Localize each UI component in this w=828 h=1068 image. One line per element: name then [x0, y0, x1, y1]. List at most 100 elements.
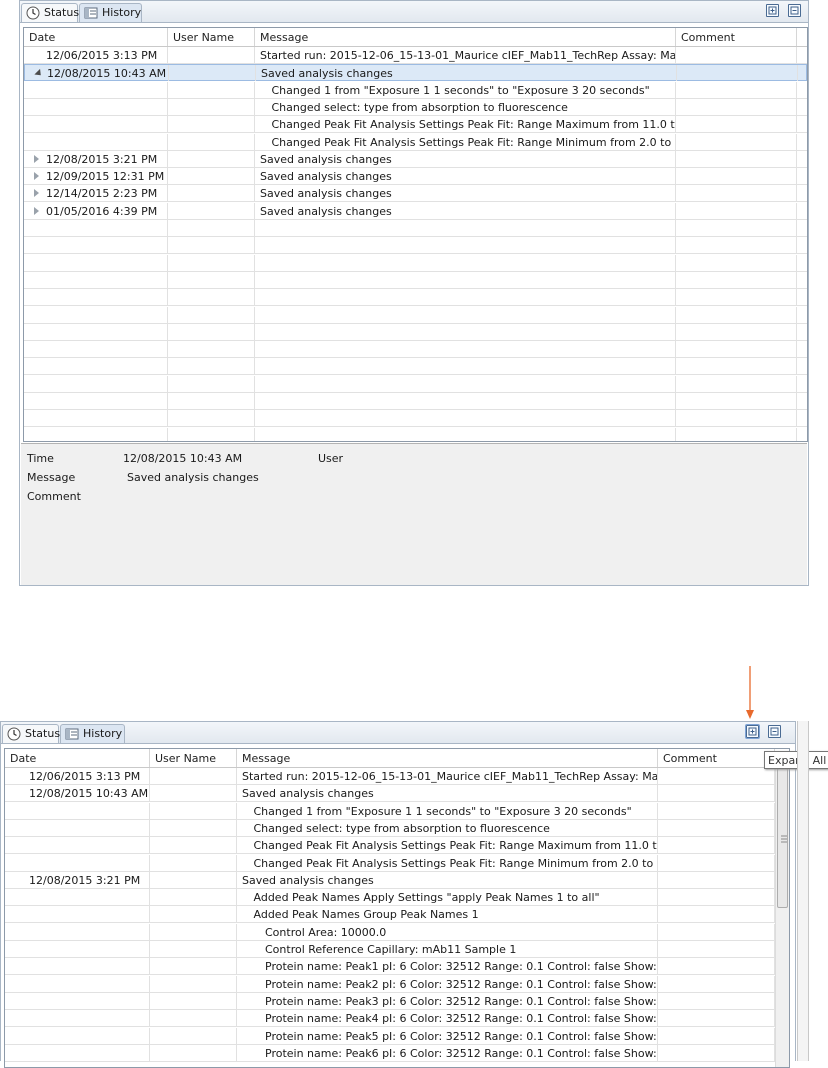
cell-comment — [658, 992, 775, 1009]
cell-user — [150, 837, 237, 854]
cell-user — [169, 65, 256, 82]
empty-cell — [676, 254, 797, 271]
tree-collapsed-icon[interactable] — [34, 172, 39, 181]
cell-date — [5, 958, 150, 975]
empty-cell — [255, 358, 676, 375]
cell-date — [5, 992, 150, 1009]
table-row[interactable]: Changed 1 from "Exposure 1 1 seconds" to… — [5, 802, 775, 820]
cell-comment — [676, 168, 797, 185]
cell-comment — [676, 202, 797, 219]
table-row[interactable]: 12/08/2015 3:21 PM Saved analysis changes — [24, 150, 807, 168]
empty-row — [24, 323, 807, 341]
cell-date: 12/08/2015 3:21 PM — [5, 871, 150, 888]
history-table-2: Date User Name Message Comment 12/06/201… — [4, 748, 790, 1068]
table-row[interactable]: Protein name: Peak3 pI: 6 Color: 32512 R… — [5, 992, 775, 1010]
table-row[interactable]: Protein name: Peak1 pI: 6 Color: 32512 R… — [5, 958, 775, 976]
cell-message: Protein name: Peak1 pI: 6 Color: 32512 R… — [237, 958, 658, 975]
tree-collapsed-icon[interactable] — [34, 154, 39, 163]
table-row[interactable]: 12/14/2015 2:23 PM Saved analysis changes — [24, 185, 807, 203]
tab-status-2[interactable]: Status — [2, 724, 60, 743]
tab-status-label: Status — [44, 6, 80, 19]
table-row[interactable]: Changed Peak Fit Analysis Settings Peak … — [24, 116, 807, 134]
cell-message: Protein name: Peak5 pI: 6 Color: 32512 R… — [237, 1027, 658, 1044]
table-row[interactable]: Added Peak Names Group Peak Names 1 — [5, 906, 775, 924]
tab-status[interactable]: Status — [21, 3, 80, 22]
cell-user — [150, 1010, 237, 1027]
collapse-all-button-2[interactable] — [768, 725, 781, 738]
column-header-message[interactable]: Message — [255, 28, 676, 46]
cell-message: Changed Peak Fit Analysis Settings Peak … — [255, 116, 676, 133]
cell-message: Saved analysis changes — [255, 202, 676, 219]
detail-time-value: 12/08/2015 10:43 AM — [123, 452, 243, 465]
table-row[interactable]: Changed Peak Fit Analysis Settings Peak … — [24, 133, 807, 151]
column-header-comment[interactable]: Comment — [676, 28, 797, 46]
table-row[interactable]: Protein name: Peak2 pI: 6 Color: 32512 R… — [5, 975, 775, 993]
cell-comment — [676, 81, 797, 98]
table-row[interactable]: 12/08/2015 10:43 AM Saved analysis change… — [5, 785, 775, 803]
empty-cell — [24, 341, 168, 358]
cell-comment — [658, 785, 775, 802]
table-row[interactable]: Changed select: type from absorption to … — [24, 98, 807, 116]
cell-user — [150, 958, 237, 975]
table-row[interactable]: 01/05/2016 4:39 PM Saved analysis changes — [24, 202, 807, 220]
table-row[interactable]: 12/06/2015 3:13 PM Started run: 2015-12-0… — [24, 47, 807, 64]
collapse-all-button[interactable] — [788, 4, 801, 17]
empty-cell — [168, 254, 255, 271]
table-row[interactable]: 12/08/2015 3:21 PM Saved analysis changes — [5, 871, 775, 889]
empty-row — [24, 410, 807, 428]
history-view-bottom: Status History Date User Name Message Co… — [0, 721, 828, 1068]
empty-cell — [255, 341, 676, 358]
cell-message: Changed 1 from "Exposure 1 1 seconds" to… — [237, 802, 658, 819]
cell-date: 12/08/2015 3:21 PM — [24, 150, 168, 167]
empty-row — [24, 306, 807, 324]
empty-row — [24, 289, 807, 307]
expand-all-tooltip: Expand All — [764, 751, 828, 769]
cell-user — [168, 133, 255, 150]
scrollbar-thumb[interactable] — [777, 768, 788, 908]
table-row[interactable]: Added Peak Names Apply Settings "apply P… — [5, 889, 775, 907]
tab-history[interactable]: History — [79, 3, 142, 22]
expand-all-button[interactable] — [766, 4, 779, 17]
empty-cell — [24, 220, 168, 236]
table-row[interactable]: Changed Peak Fit Analysis Settings Peak … — [5, 854, 775, 872]
column-header-comment[interactable]: Comment — [658, 749, 775, 767]
empty-cell — [168, 427, 255, 441]
empty-cell — [168, 375, 255, 392]
vertical-scrollbar[interactable] — [775, 768, 789, 1067]
tree-collapsed-icon[interactable] — [34, 189, 39, 198]
table-row[interactable]: Control Reference Capillary: mAb11 Sampl… — [5, 941, 775, 958]
empty-cell — [24, 306, 168, 323]
column-header-user[interactable]: User Name — [168, 28, 255, 46]
column-header-date[interactable]: Date — [24, 28, 168, 46]
cell-comment — [658, 819, 775, 836]
history-view-top: Status History Date User Name Message Co… — [19, 0, 809, 586]
table-row[interactable]: Control Area: 10000.0 — [5, 923, 775, 941]
expand-all-button-2[interactable] — [745, 724, 760, 739]
table-row[interactable]: Changed Peak Fit Analysis Settings Peak … — [5, 837, 775, 855]
history-icon — [65, 728, 79, 740]
table-row[interactable]: Protein name: Peak5 pI: 6 Color: 32512 R… — [5, 1027, 775, 1045]
column-header-message[interactable]: Message — [237, 749, 658, 767]
tab-history-2[interactable]: History — [60, 724, 125, 743]
history-table: Date User Name Message Comment 12/06/201… — [23, 27, 808, 442]
table-row[interactable]: Protein name: Peak6 pI: 6 Color: 32512 R… — [5, 1044, 775, 1062]
column-header-date[interactable]: Date — [5, 749, 150, 767]
table-row[interactable]: 12/08/2015 10:43 AM Saved analysis change… — [24, 64, 807, 82]
tree-collapsed-icon[interactable] — [34, 206, 39, 215]
cell-date: 12/06/2015 3:13 PM — [24, 47, 168, 63]
table-row[interactable]: 12/09/2015 12:31 PM Saved analysis change… — [24, 168, 807, 186]
table-row[interactable]: Changed select: type from absorption to … — [5, 819, 775, 837]
cell-comment — [658, 871, 775, 888]
cell-user — [150, 819, 237, 836]
cell-comment — [677, 65, 798, 82]
empty-cell — [676, 237, 797, 254]
table-row[interactable]: Protein name: Peak4 pI: 6 Color: 32512 R… — [5, 1010, 775, 1028]
table-row[interactable]: 12/06/2015 3:13 PM Started run: 2015-12-0… — [5, 768, 775, 785]
cell-date — [5, 819, 150, 836]
column-header-user[interactable]: User Name — [150, 749, 237, 767]
cell-message: Changed Peak Fit Analysis Settings Peak … — [237, 854, 658, 871]
table-row[interactable]: Changed 1 from "Exposure 1 1 seconds" to… — [24, 81, 807, 99]
empty-cell — [255, 306, 676, 323]
empty-cell — [24, 271, 168, 288]
cell-message: Started run: 2015-12-06_15-13-01_Maurice… — [255, 47, 676, 63]
